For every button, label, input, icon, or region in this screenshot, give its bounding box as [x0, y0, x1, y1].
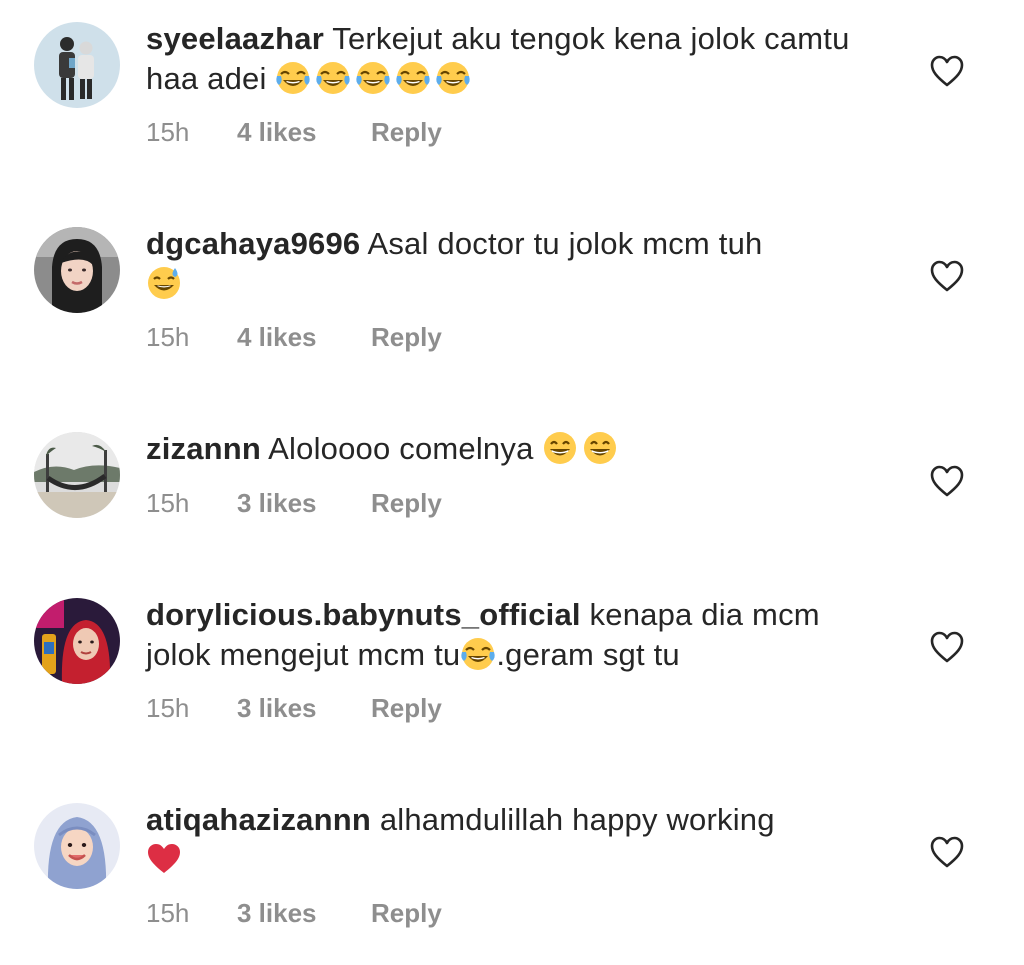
- comment-time: 15h: [146, 117, 190, 147]
- comment-text: dorylicious.babynuts_official kenapa dia…: [146, 595, 866, 675]
- grinning-face-with-sweat-icon: [146, 265, 182, 301]
- like-heart-icon[interactable]: [929, 835, 965, 869]
- avatar[interactable]: [34, 432, 120, 518]
- like-heart-icon[interactable]: [929, 464, 965, 498]
- comment-meta: 15h 3 likes Reply: [146, 693, 442, 724]
- avatar[interactable]: [34, 803, 120, 889]
- comment-meta: 15h 4 likes Reply: [146, 322, 442, 353]
- comment-likes[interactable]: 4 likes: [237, 117, 371, 148]
- avatar[interactable]: [34, 22, 120, 108]
- comment-text: atiqahazizannn alhamdulillah happy worki…: [146, 800, 866, 880]
- avatar[interactable]: [34, 227, 120, 313]
- comment-username[interactable]: atiqahazizannn: [146, 802, 371, 837]
- comment-likes[interactable]: 4 likes: [237, 322, 371, 353]
- red-heart-icon: [146, 841, 182, 877]
- comment-username[interactable]: zizannn: [146, 431, 261, 466]
- comment-time: 15h: [146, 322, 190, 352]
- comment-body: alhamdulillah happy working: [379, 802, 775, 837]
- woman-hijab-red-avatar-icon: [34, 598, 120, 684]
- woman-selfie-avatar-icon: [34, 227, 120, 313]
- comment-text: syeelaazhar Terkejut aku tengok kena jol…: [146, 19, 866, 99]
- face-with-tears-of-joy-icon: [395, 60, 431, 96]
- comment-likes[interactable]: 3 likes: [237, 488, 371, 519]
- comment-username[interactable]: dorylicious.babynuts_official: [146, 597, 581, 632]
- face-with-tears-of-joy-icon: [315, 60, 351, 96]
- reply-button[interactable]: Reply: [371, 322, 442, 353]
- comment-meta: 15h 3 likes Reply: [146, 898, 442, 929]
- comment-text: zizannn Aloloooo comelnya: [146, 429, 866, 469]
- beach-hammock-avatar-icon: [34, 432, 120, 518]
- reply-button[interactable]: Reply: [371, 488, 442, 519]
- avatar[interactable]: [34, 598, 120, 684]
- comment-meta: 15h 4 likes Reply: [146, 117, 442, 148]
- comment-body: Aloloooo comelnya: [268, 431, 534, 466]
- comment-username[interactable]: syeelaazhar: [146, 21, 324, 56]
- like-heart-icon[interactable]: [929, 54, 965, 88]
- woman-hijab-blue-avatar-icon: [34, 803, 120, 889]
- face-with-tears-of-joy-icon: [275, 60, 311, 96]
- comment-likes[interactable]: 3 likes: [237, 693, 371, 724]
- comment-body: Asal doctor tu jolok mcm tuh: [367, 226, 763, 261]
- comment-meta: 15h 3 likes Reply: [146, 488, 442, 519]
- reply-button[interactable]: Reply: [371, 898, 442, 929]
- reply-button[interactable]: Reply: [371, 117, 442, 148]
- comment-username[interactable]: dgcahaya9696: [146, 226, 360, 261]
- face-with-tears-of-joy-icon: [435, 60, 471, 96]
- grinning-face-with-smiling-eyes-icon: [582, 430, 618, 466]
- comment-time: 15h: [146, 693, 190, 723]
- comment-time: 15h: [146, 898, 190, 928]
- comment-likes[interactable]: 3 likes: [237, 898, 371, 929]
- comment-body-after: .geram sgt tu: [496, 637, 680, 672]
- comment-text: dgcahaya9696 Asal doctor tu jolok mcm tu…: [146, 224, 866, 304]
- face-with-tears-of-joy-icon: [460, 636, 496, 672]
- like-heart-icon[interactable]: [929, 630, 965, 664]
- comment-time: 15h: [146, 488, 190, 518]
- face-with-tears-of-joy-icon: [355, 60, 391, 96]
- reply-button[interactable]: Reply: [371, 693, 442, 724]
- grinning-face-with-smiling-eyes-icon: [542, 430, 578, 466]
- like-heart-icon[interactable]: [929, 259, 965, 293]
- couple-illustration-avatar-icon: [34, 22, 120, 108]
